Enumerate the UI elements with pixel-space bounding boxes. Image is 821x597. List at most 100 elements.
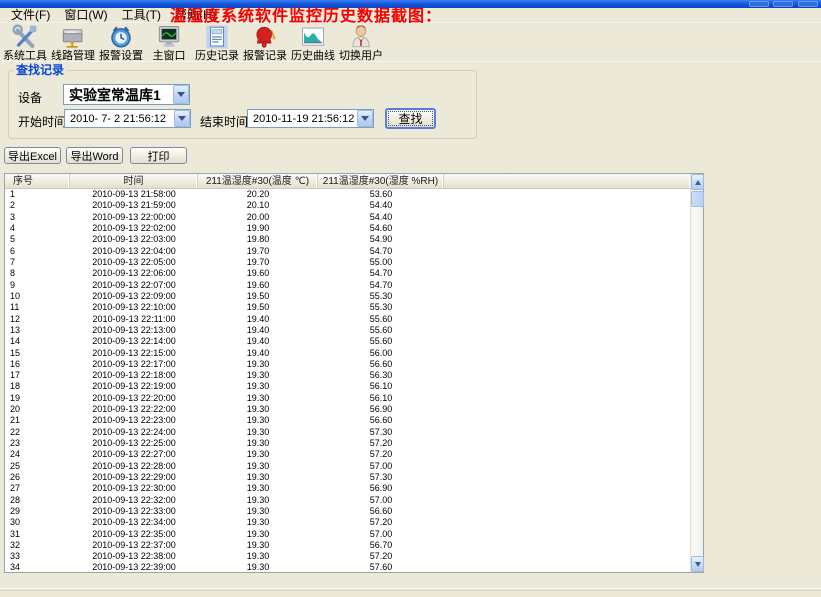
toolbar-button-alarm-settings[interactable]: 报警设置 xyxy=(97,23,145,62)
monitor-icon xyxy=(155,24,183,50)
column-header[interactable]: 211温湿度#30(温度 ℃) xyxy=(198,174,318,188)
table-cell: 19.30 xyxy=(198,359,318,370)
table-row[interactable]: 262010-09-13 22:29:0019.3057.30 xyxy=(5,472,690,483)
table-cell: 2010-09-13 22:02:00 xyxy=(70,223,198,234)
scrollbar-thumb[interactable] xyxy=(691,191,704,207)
scroll-up-button[interactable] xyxy=(691,174,704,190)
table-cell: 56.10 xyxy=(318,381,444,392)
table-row[interactable]: 82010-09-13 22:06:0019.6054.70 xyxy=(5,268,690,279)
column-header[interactable]: 序号 xyxy=(5,174,70,188)
toolbar-button-switch-user[interactable]: 切换用户 xyxy=(337,23,385,62)
table-row[interactable]: 12010-09-13 21:58:0020.2053.60 xyxy=(5,189,690,200)
table-row[interactable]: 192010-09-13 22:20:0019.3056.10 xyxy=(5,393,690,404)
table-cell: 2010-09-13 22:30:00 xyxy=(70,483,198,494)
vertical-scrollbar[interactable] xyxy=(690,174,703,572)
search-button[interactable]: 查找 xyxy=(385,108,436,129)
table-cell: 20.00 xyxy=(198,212,318,223)
table-row[interactable]: 202010-09-13 22:22:0019.3056.90 xyxy=(5,404,690,415)
table-cell: 2010-09-13 22:37:00 xyxy=(70,540,198,551)
minimize-button[interactable] xyxy=(749,1,769,7)
column-header[interactable]: 211温湿度#30(湿度 %RH) xyxy=(318,174,444,188)
table-row[interactable]: 332010-09-13 22:38:0019.3057.20 xyxy=(5,551,690,562)
table-cell: 19.30 xyxy=(198,483,318,494)
toolbar-button-history-curve[interactable]: 历史曲线 xyxy=(289,23,337,62)
toolbar-button-label: 报警记录 xyxy=(243,51,287,62)
table-cell: 54.60 xyxy=(318,223,444,234)
table-cell: 2010-09-13 22:35:00 xyxy=(70,529,198,540)
table-row[interactable]: 142010-09-13 22:14:0019.4055.60 xyxy=(5,336,690,347)
table-row[interactable]: 342010-09-13 22:39:0019.3057.60 xyxy=(5,562,690,572)
table-row[interactable]: 172010-09-13 22:18:0019.3056.30 xyxy=(5,370,690,381)
device-label: 设备 xyxy=(18,89,42,106)
table-row[interactable]: 42010-09-13 22:02:0019.9054.60 xyxy=(5,223,690,234)
history-data-table: 序号时间211温湿度#30(温度 ℃)211温湿度#30(湿度 %RH) 120… xyxy=(4,173,704,573)
table-row[interactable]: 292010-09-13 22:33:0019.3056.60 xyxy=(5,506,690,517)
table-row[interactable]: 22010-09-13 21:59:0020.1054.40 xyxy=(5,200,690,211)
tools-icon xyxy=(11,24,39,50)
table-row[interactable]: 92010-09-13 22:07:0019.6054.70 xyxy=(5,280,690,291)
device-select[interactable]: 实验室常温库1 xyxy=(63,84,190,105)
close-button[interactable] xyxy=(798,1,818,7)
table-row[interactable]: 282010-09-13 22:32:0019.3057.00 xyxy=(5,494,690,505)
table-cell: 2010-09-13 22:13:00 xyxy=(70,325,198,336)
table-row[interactable]: 122010-09-13 22:11:0019.4055.60 xyxy=(5,313,690,324)
toolbar-button-alarm-records[interactable]: 报警记录 xyxy=(241,23,289,62)
toolbar-button-history-records[interactable]: 历史记录 xyxy=(193,23,241,62)
table-row[interactable]: 32010-09-13 22:00:0020.0054.40 xyxy=(5,212,690,223)
table-cell: 57.00 xyxy=(318,529,444,540)
start-time-label: 开始时间 xyxy=(18,113,66,130)
table-row[interactable]: 232010-09-13 22:25:0019.3057.20 xyxy=(5,438,690,449)
table-row[interactable]: 182010-09-13 22:19:0019.3056.10 xyxy=(5,381,690,392)
table-row[interactable]: 212010-09-13 22:23:0019.3056.60 xyxy=(5,415,690,426)
column-header[interactable]: 时间 xyxy=(70,174,198,188)
toolbar-button-line-management[interactable]: 线路管理 xyxy=(49,23,97,62)
table-row[interactable]: 322010-09-13 22:37:0019.3056.70 xyxy=(5,540,690,551)
end-time-dropdown-button[interactable] xyxy=(357,110,373,127)
server-icon xyxy=(59,24,87,50)
table-row[interactable]: 112010-09-13 22:10:0019.5055.30 xyxy=(5,302,690,313)
menu-item[interactable]: 窗口(W) xyxy=(57,8,114,22)
device-dropdown-button[interactable] xyxy=(173,85,189,104)
table-row[interactable]: 242010-09-13 22:27:0019.3057.20 xyxy=(5,449,690,460)
start-time-value: 2010- 7- 2 21:56:12 xyxy=(65,113,174,125)
toolbar-button-system-tools[interactable]: 系统工具 xyxy=(1,23,49,62)
table-row[interactable]: 72010-09-13 22:05:0019.7055.00 xyxy=(5,257,690,268)
print-button[interactable]: 打印 xyxy=(130,147,187,164)
table-cell: 2010-09-13 22:33:00 xyxy=(70,506,198,517)
table-cell: 54.90 xyxy=(318,234,444,245)
table-cell: 56.60 xyxy=(318,415,444,426)
table-row[interactable]: 102010-09-13 22:09:0019.5055.30 xyxy=(5,291,690,302)
table-cell: 34 xyxy=(5,562,70,572)
table-cell: 30 xyxy=(5,517,70,528)
export-word-button[interactable]: 导出Word xyxy=(66,147,123,164)
toolbar-button-label: 历史曲线 xyxy=(291,51,335,62)
table-row[interactable]: 52010-09-13 22:03:0019.8054.90 xyxy=(5,234,690,245)
table-cell: 33 xyxy=(5,551,70,562)
table-cell: 2010-09-13 22:14:00 xyxy=(70,336,198,347)
table-cell: 23 xyxy=(5,438,70,449)
table-row[interactable]: 272010-09-13 22:30:0019.3056.90 xyxy=(5,483,690,494)
start-time-picker[interactable]: 2010- 7- 2 21:56:12 xyxy=(64,109,191,128)
table-row[interactable]: 152010-09-13 22:15:0019.4056.00 xyxy=(5,347,690,358)
toolbar-button-main-window[interactable]: 主窗口 xyxy=(145,23,193,62)
scroll-down-button[interactable] xyxy=(691,556,704,572)
export-excel-button[interactable]: 导出Excel xyxy=(4,147,61,164)
table-row[interactable]: 162010-09-13 22:17:0019.3056.60 xyxy=(5,359,690,370)
table-row[interactable]: 312010-09-13 22:35:0019.3057.00 xyxy=(5,528,690,539)
maximize-button[interactable] xyxy=(773,1,793,7)
table-cell: 2010-09-13 22:27:00 xyxy=(70,449,198,460)
table-row[interactable]: 252010-09-13 22:28:0019.3057.00 xyxy=(5,461,690,472)
end-time-picker[interactable]: 2010-11-19 21:56:12 xyxy=(247,109,374,128)
start-time-dropdown-button[interactable] xyxy=(174,110,190,127)
table-row[interactable]: 302010-09-13 22:34:0019.3057.20 xyxy=(5,517,690,528)
table-cell: 57.20 xyxy=(318,449,444,460)
table-row[interactable]: 62010-09-13 22:04:0019.7054.70 xyxy=(5,246,690,257)
table-cell: 55.60 xyxy=(318,314,444,325)
table-row[interactable]: 132010-09-13 22:13:0019.4055.60 xyxy=(5,325,690,336)
menu-item[interactable]: 工具(T) xyxy=(115,8,168,22)
table-row[interactable]: 222010-09-13 22:24:0019.3057.30 xyxy=(5,427,690,438)
table-cell: 5 xyxy=(5,234,70,245)
menu-item[interactable]: 文件(F) xyxy=(4,8,57,22)
table-cell: 2010-09-13 22:32:00 xyxy=(70,495,198,506)
table-cell: 19.50 xyxy=(198,302,318,313)
